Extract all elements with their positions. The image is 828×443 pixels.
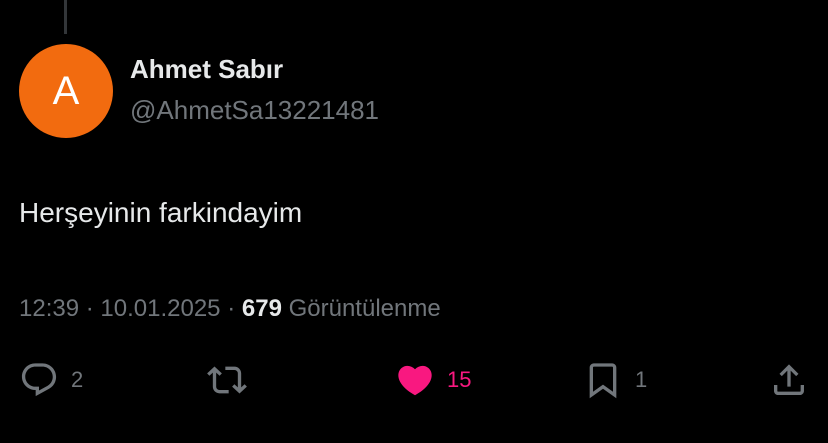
reply-button[interactable]: 2 bbox=[19, 360, 83, 400]
reply-count: 2 bbox=[71, 367, 84, 392]
views-label: Görüntülenme bbox=[288, 295, 441, 322]
views-count: 679 bbox=[241, 295, 282, 322]
retweet-button[interactable] bbox=[205, 360, 249, 400]
tweet-meta: 12:39 · 10.01.2025 · 679 Görüntülenme bbox=[19, 295, 441, 323]
meta-separator: · bbox=[85, 295, 101, 322]
avatar-letter: A bbox=[52, 68, 80, 113]
bookmark-icon bbox=[583, 360, 623, 400]
author-display-name[interactable]: Ahmet Sabır bbox=[130, 54, 283, 85]
bookmark-count: 1 bbox=[635, 367, 648, 392]
bookmark-button[interactable]: 1 bbox=[583, 360, 647, 400]
avatar[interactable]: A bbox=[19, 44, 113, 138]
heart-icon bbox=[395, 360, 435, 400]
thread-connector-line bbox=[64, 0, 67, 34]
retweet-icon bbox=[205, 360, 249, 400]
like-count: 15 bbox=[447, 367, 472, 392]
like-button[interactable]: 15 bbox=[395, 360, 471, 400]
tweet-date[interactable]: 10.01.2025 bbox=[100, 295, 220, 322]
reply-icon bbox=[19, 360, 59, 400]
share-icon bbox=[769, 360, 809, 400]
meta-separator: · bbox=[227, 295, 242, 322]
tweet-time[interactable]: 12:39 bbox=[19, 295, 79, 322]
author-handle[interactable]: @AhmetSa13221481 bbox=[130, 95, 379, 126]
tweet-text: Herşeyinin farkindayim bbox=[19, 197, 303, 228]
share-button[interactable] bbox=[769, 360, 809, 400]
